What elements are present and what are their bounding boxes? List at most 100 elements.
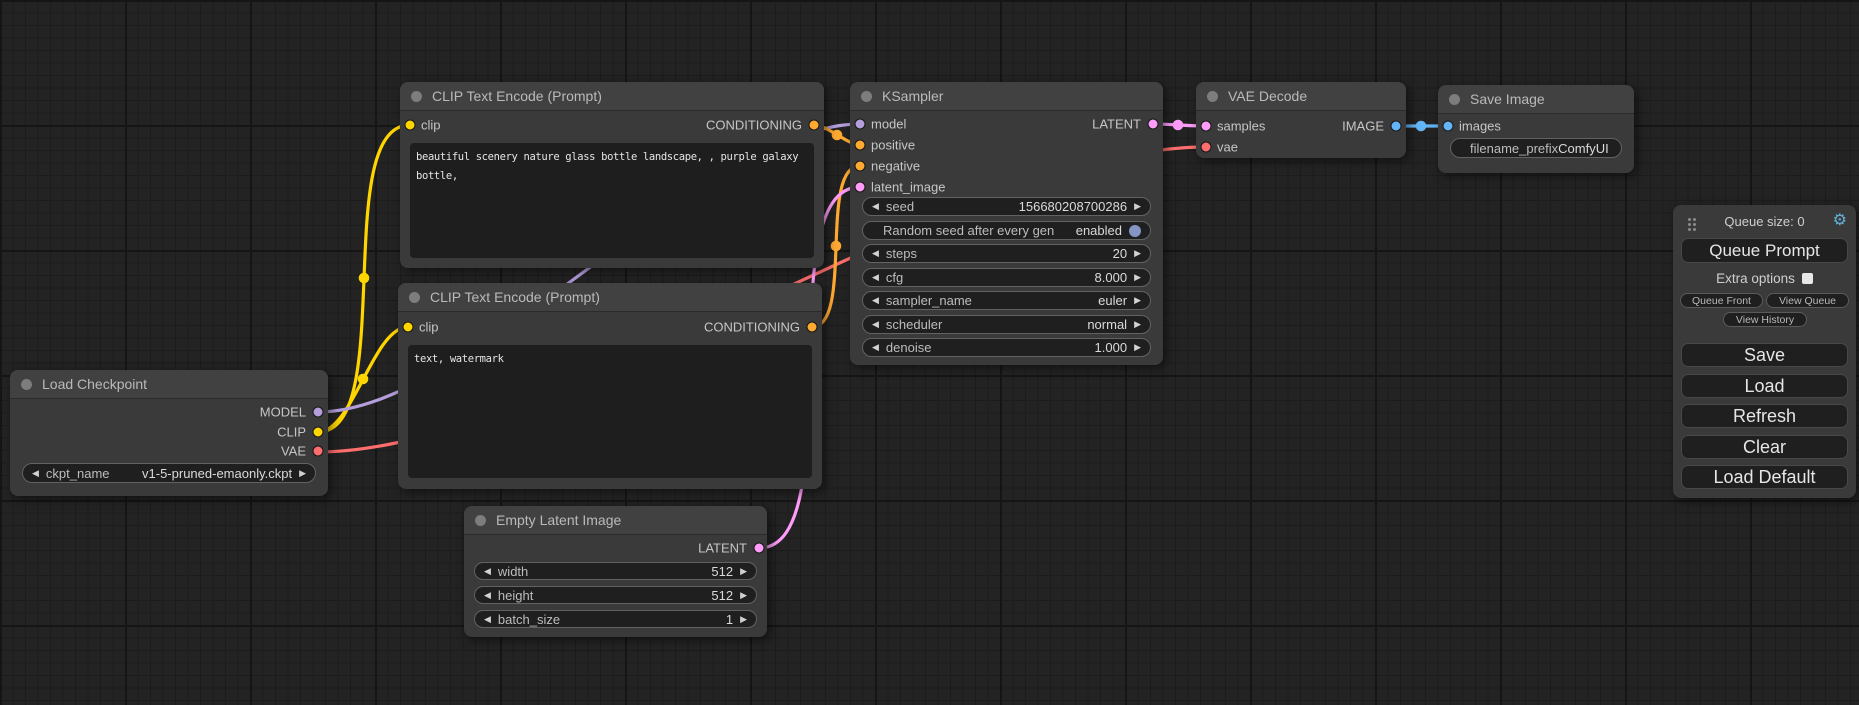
widget-label: steps: [886, 246, 917, 261]
ckpt-name-widget[interactable]: ◀ ckpt_name v1-5-pruned-emaonly.ckpt ▶: [22, 463, 316, 483]
clip-input-port[interactable]: [403, 322, 414, 333]
increment-icon[interactable]: ▶: [740, 591, 747, 600]
node-title-bar[interactable]: Load Checkpoint: [10, 370, 328, 399]
node-clip-text-encode-positive[interactable]: CLIP Text Encode (Prompt) clip CONDITION…: [400, 82, 824, 268]
node-title: CLIP Text Encode (Prompt): [430, 289, 600, 305]
link-dot: [358, 374, 369, 385]
port-label: LATENT: [698, 541, 747, 556]
negative-prompt-textarea[interactable]: text, watermark: [408, 345, 812, 478]
latent-output-port[interactable]: [754, 543, 765, 554]
image-output-port[interactable]: [1391, 121, 1402, 132]
load-default-button[interactable]: Load Default: [1681, 465, 1848, 489]
positive-prompt-textarea[interactable]: beautiful scenery nature glass bottle la…: [410, 143, 814, 258]
collapse-dot-icon[interactable]: [475, 515, 486, 526]
port-label: LATENT: [1092, 117, 1141, 132]
increment-icon[interactable]: ▶: [1134, 296, 1141, 305]
clip-output-port[interactable]: [313, 427, 324, 438]
width-widget[interactable]: ◀ width 512 ▶: [474, 562, 757, 580]
port-label: CLIP: [277, 425, 306, 440]
decrement-icon[interactable]: ◀: [484, 567, 491, 576]
refresh-button[interactable]: Refresh: [1681, 404, 1848, 428]
increment-icon[interactable]: ▶: [1134, 202, 1141, 211]
positive-input-port[interactable]: [855, 140, 866, 151]
decrement-icon[interactable]: ◀: [872, 296, 879, 305]
queue-prompt-button[interactable]: Queue Prompt: [1681, 238, 1848, 263]
node-clip-text-encode-negative[interactable]: CLIP Text Encode (Prompt) clip CONDITION…: [398, 283, 822, 489]
decrement-icon[interactable]: ◀: [872, 343, 879, 352]
steps-widget[interactable]: ◀ steps 20 ▶: [862, 244, 1151, 263]
node-title: Save Image: [1470, 91, 1545, 107]
model-output-port[interactable]: [313, 407, 324, 418]
sampler-name-widget[interactable]: ◀ sampler_name euler ▶: [862, 291, 1151, 310]
decrement-icon[interactable]: ◀: [872, 273, 879, 282]
filename-prefix-widget[interactable]: filename_prefix ComfyUI: [1450, 138, 1622, 158]
node-graph-canvas[interactable]: Load Checkpoint MODEL CLIP VAE ◀ ckpt_na…: [0, 0, 1859, 705]
load-button[interactable]: Load: [1681, 374, 1848, 398]
node-load-checkpoint[interactable]: Load Checkpoint MODEL CLIP VAE ◀ ckpt_na…: [10, 370, 328, 496]
node-title-bar[interactable]: CLIP Text Encode (Prompt): [400, 82, 824, 111]
decrement-icon[interactable]: ◀: [484, 591, 491, 600]
decrement-icon[interactable]: ◀: [872, 320, 879, 329]
link-dot: [831, 241, 842, 252]
queue-front-button[interactable]: Queue Front: [1680, 293, 1763, 308]
queue-size-label: Queue size: 0: [1673, 214, 1856, 229]
collapse-dot-icon[interactable]: [861, 91, 872, 102]
widget-value: 8.000: [1095, 270, 1128, 285]
scheduler-widget[interactable]: ◀ scheduler normal ▶: [862, 315, 1151, 334]
increment-icon[interactable]: ▶: [299, 469, 306, 478]
port-label: clip: [421, 118, 441, 133]
conditioning-output-port[interactable]: [807, 322, 818, 333]
increment-icon[interactable]: ▶: [1134, 320, 1141, 329]
images-input-port[interactable]: [1443, 121, 1454, 132]
increment-icon[interactable]: ▶: [1134, 249, 1141, 258]
node-title-bar[interactable]: Empty Latent Image: [464, 506, 767, 535]
clip-input-port[interactable]: [405, 120, 416, 131]
node-empty-latent-image[interactable]: Empty Latent Image LATENT ◀ width 512 ▶ …: [464, 506, 767, 637]
port-label: clip: [419, 320, 439, 335]
decrement-icon[interactable]: ◀: [872, 249, 879, 258]
decrement-icon[interactable]: ◀: [484, 615, 491, 624]
node-title-bar[interactable]: Save Image: [1438, 85, 1634, 114]
port-label: negative: [871, 159, 920, 174]
extra-options-checkbox[interactable]: [1802, 273, 1813, 284]
widget-label: cfg: [886, 270, 903, 285]
height-widget[interactable]: ◀ height 512 ▶: [474, 586, 757, 604]
decrement-icon[interactable]: ◀: [32, 469, 39, 478]
negative-input-port[interactable]: [855, 161, 866, 172]
batch-size-widget[interactable]: ◀ batch_size 1 ▶: [474, 610, 757, 628]
latent-image-input-port[interactable]: [855, 182, 866, 193]
node-title-bar[interactable]: VAE Decode: [1196, 82, 1406, 111]
clear-button[interactable]: Clear: [1681, 435, 1848, 459]
increment-icon[interactable]: ▶: [740, 567, 747, 576]
vae-output-port[interactable]: [313, 446, 324, 457]
conditioning-output-port[interactable]: [809, 120, 820, 131]
model-input-port[interactable]: [855, 119, 866, 130]
decrement-icon[interactable]: ◀: [872, 202, 879, 211]
collapse-dot-icon[interactable]: [411, 91, 422, 102]
collapse-dot-icon[interactable]: [21, 379, 32, 390]
increment-icon[interactable]: ▶: [740, 615, 747, 624]
node-title-bar[interactable]: KSampler: [850, 82, 1163, 111]
view-history-button[interactable]: View History: [1723, 312, 1807, 327]
seed-widget[interactable]: ◀ seed 156680208700286 ▶: [862, 197, 1151, 216]
increment-icon[interactable]: ▶: [1134, 273, 1141, 282]
toggle-icon[interactable]: [1129, 225, 1141, 237]
random-seed-toggle-widget[interactable]: Random seed after every gen enabled: [862, 221, 1151, 240]
settings-gear-icon[interactable]: ⚙: [1833, 213, 1847, 229]
node-vae-decode[interactable]: VAE Decode samples vae IMAGE: [1196, 82, 1406, 158]
collapse-dot-icon[interactable]: [1449, 94, 1460, 105]
samples-input-port[interactable]: [1201, 121, 1212, 132]
node-save-image[interactable]: Save Image images filename_prefix ComfyU…: [1438, 85, 1634, 173]
widget-value: 1.000: [1095, 340, 1128, 355]
collapse-dot-icon[interactable]: [409, 292, 420, 303]
cfg-widget[interactable]: ◀ cfg 8.000 ▶: [862, 268, 1151, 287]
latent-output-port[interactable]: [1148, 119, 1159, 130]
save-button[interactable]: Save: [1681, 343, 1848, 367]
node-ksampler[interactable]: KSampler model positive negative latent_…: [850, 82, 1163, 365]
increment-icon[interactable]: ▶: [1134, 343, 1141, 352]
vae-input-port[interactable]: [1201, 142, 1212, 153]
view-queue-button[interactable]: View Queue: [1766, 293, 1849, 308]
collapse-dot-icon[interactable]: [1207, 91, 1218, 102]
denoise-widget[interactable]: ◀ denoise 1.000 ▶: [862, 338, 1151, 357]
node-title-bar[interactable]: CLIP Text Encode (Prompt): [398, 283, 822, 312]
